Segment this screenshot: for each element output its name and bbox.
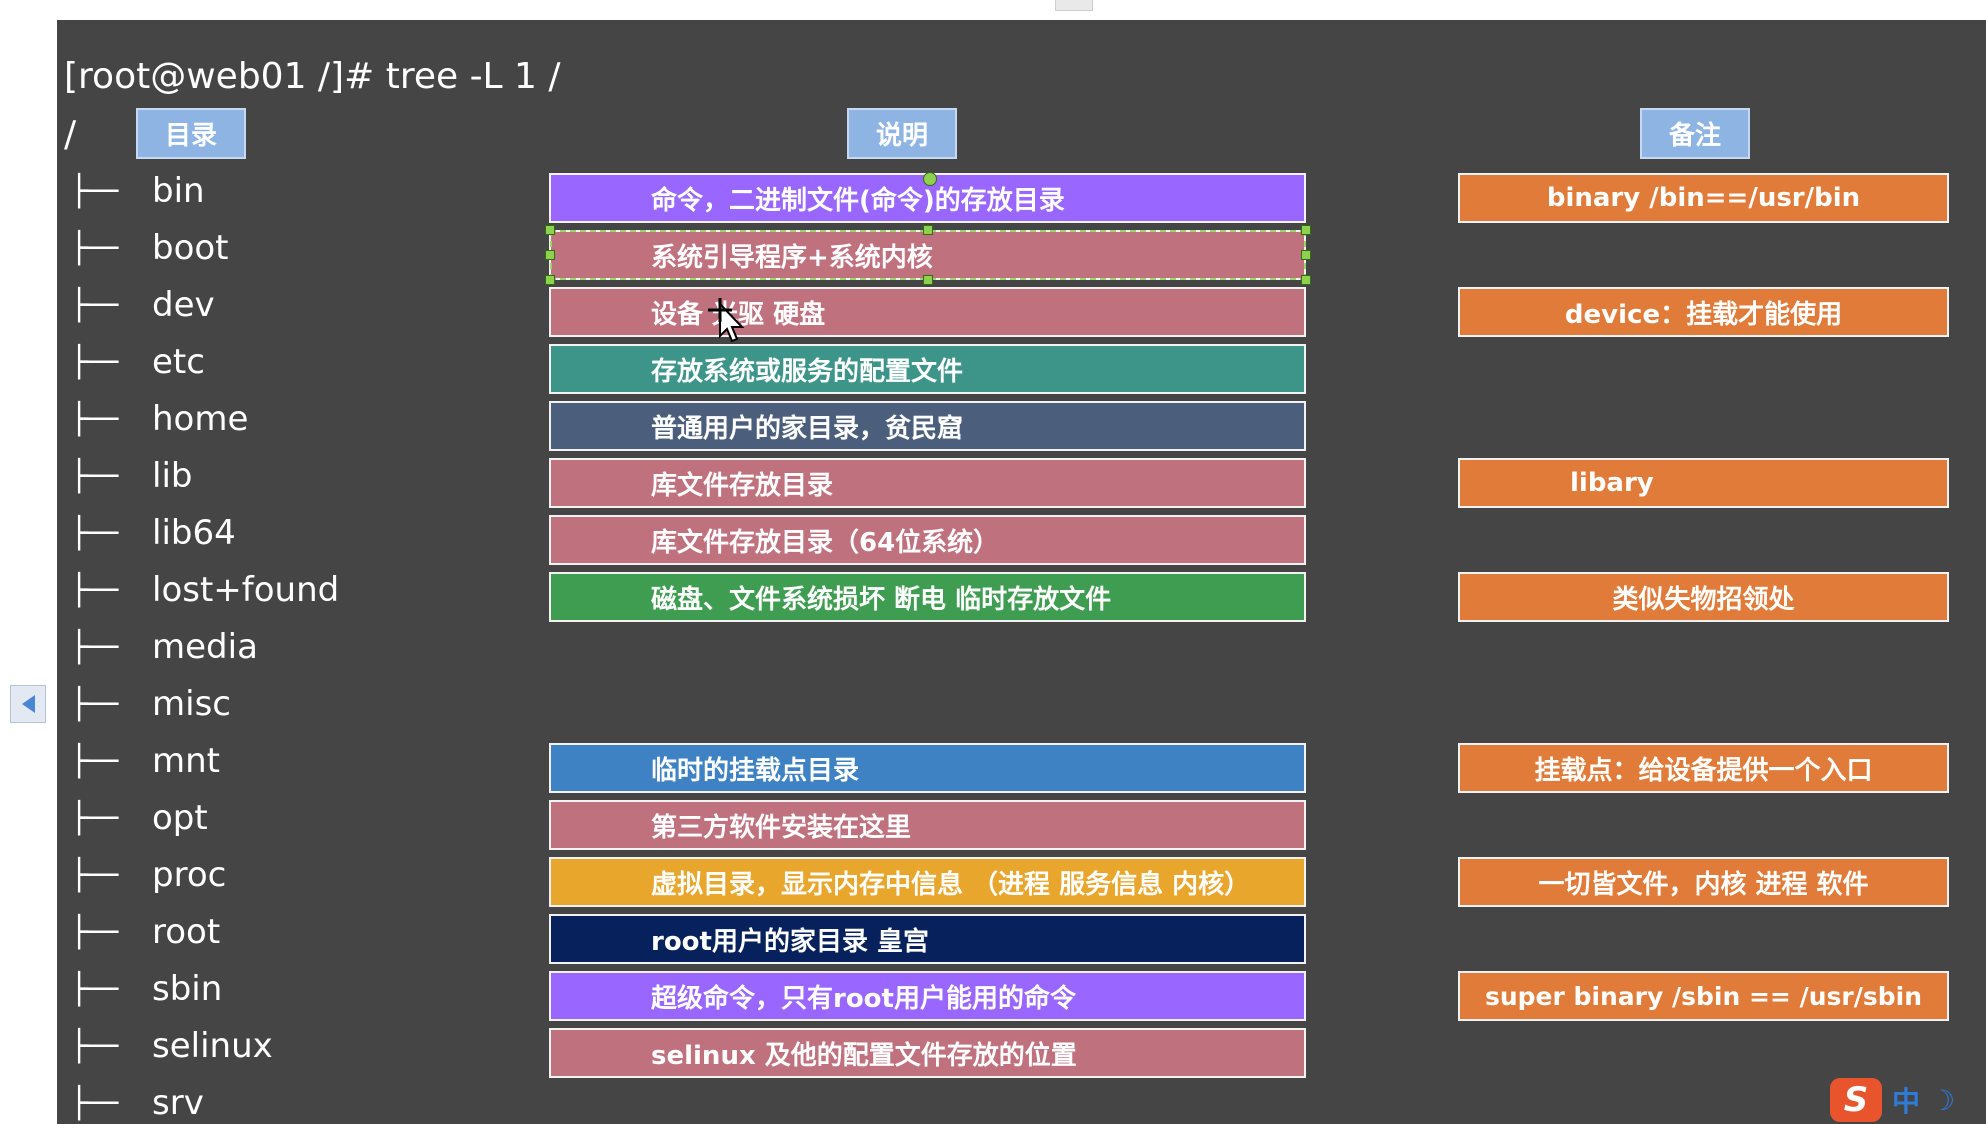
tree-item-srv: ├── srv <box>70 1083 204 1123</box>
tree-branch: ├── <box>70 629 118 665</box>
tree-item-label: sbin <box>152 969 223 1009</box>
tree-item-root: ├── root <box>70 912 220 952</box>
command-line: [root@web01 /]# tree -L 1 / <box>64 56 561 97</box>
tree-branch: ├── <box>70 686 118 722</box>
note-lib[interactable]: libary <box>1458 458 1949 508</box>
tree-item-label: opt <box>152 798 208 838</box>
tree-item-label: mnt <box>152 741 220 781</box>
tree-branch: ├── <box>70 458 118 494</box>
desc-box-proc[interactable]: 虚拟目录，显示内存中信息 （进程 服务信息 内核） <box>549 857 1306 907</box>
note-mnt[interactable]: 挂载点：给设备提供一个入口 <box>1458 743 1949 793</box>
tree-item-label: media <box>152 627 258 667</box>
tree-item-proc: ├── proc <box>70 855 226 895</box>
tree-item-label: lost+found <box>152 570 340 610</box>
moon-icon[interactable]: ☽ <box>1930 1084 1955 1117</box>
tree-branch: ├── <box>70 287 118 323</box>
tree-item-lib: ├── lib <box>70 456 192 496</box>
resize-handle[interactable] <box>923 275 933 285</box>
tree-item-opt: ├── opt <box>70 798 208 838</box>
tree-branch: ├── <box>70 401 118 437</box>
tree-item-label: bin <box>152 171 205 211</box>
tree-branch: ├── <box>70 230 118 266</box>
desc-box-sbin[interactable]: 超级命令，只有root用户能用的命令 <box>549 971 1306 1021</box>
desc-box-lib[interactable]: 库文件存放目录 <box>549 458 1306 508</box>
resize-handle[interactable] <box>545 275 555 285</box>
tree-item-label: misc <box>152 684 231 724</box>
tree-branch: ├── <box>70 1085 118 1121</box>
resize-handle[interactable] <box>1301 250 1311 260</box>
tree-branch: ├── <box>70 914 118 950</box>
ime-mode-label[interactable]: 中 <box>1892 1080 1920 1120</box>
note-sbin[interactable]: super binary /sbin == /usr/sbin <box>1458 971 1949 1021</box>
tree-item-label: selinux <box>152 1026 273 1066</box>
resize-handle[interactable] <box>923 225 933 235</box>
tree-branch: ├── <box>70 743 118 779</box>
ime-indicator[interactable]: S 中 ☽ <box>1830 1078 1955 1122</box>
resize-handle[interactable] <box>1301 225 1311 235</box>
tree-item-label: etc <box>152 342 205 382</box>
tree-item-sbin: ├── sbin <box>70 969 222 1009</box>
tree-item-bin: ├── bin <box>70 171 205 211</box>
tree-branch: ├── <box>70 572 118 608</box>
resize-handle[interactable] <box>545 225 555 235</box>
desc-box-etc[interactable]: 存放系统或服务的配置文件 <box>549 344 1306 394</box>
mouse-cursor-icon <box>708 298 745 343</box>
tree-branch: ├── <box>70 515 118 551</box>
note-bin[interactable]: binary /bin==/usr/bin <box>1458 173 1949 223</box>
tree-item-label: proc <box>152 855 227 895</box>
tree-item-label: home <box>152 399 249 439</box>
desc-box-lost-found[interactable]: 磁盘、文件系统损坏 断电 临时存放文件 <box>549 572 1306 622</box>
desc-box-lib64[interactable]: 库文件存放目录（64位系统） <box>549 515 1306 565</box>
tree-item-etc: ├── etc <box>70 342 205 382</box>
tree-item-selinux: ├── selinux <box>70 1026 273 1066</box>
tree-branch: ├── <box>70 1028 118 1064</box>
tree-item-mnt: ├── mnt <box>70 741 220 781</box>
root-slash: / <box>64 114 77 155</box>
desc-box-dev[interactable]: 设备 光驱 硬盘 <box>549 287 1306 337</box>
tree-item-misc: ├── misc <box>70 684 231 724</box>
header-directory: 目录 <box>136 108 246 159</box>
desc-box-mnt[interactable]: 临时的挂载点目录 <box>549 743 1306 793</box>
tree-item-home: ├── home <box>70 399 248 439</box>
tree-item-lib64: ├── lib64 <box>70 513 236 553</box>
resize-handle[interactable] <box>545 250 555 260</box>
tree-branch: ├── <box>70 857 118 893</box>
resize-handle[interactable] <box>1301 275 1311 285</box>
tree-item-dev: ├── dev <box>70 285 215 325</box>
sogou-logo-icon: S <box>1830 1078 1882 1122</box>
left-arrow-icon <box>21 695 35 713</box>
desc-box-root[interactable]: root用户的家目录 皇宫 <box>549 914 1306 964</box>
tree-item-label: root <box>152 912 221 952</box>
note-proc[interactable]: 一切皆文件，内核 进程 软件 <box>1458 857 1949 907</box>
tree-item-media: ├── media <box>70 627 258 667</box>
tree-item-label: dev <box>152 285 215 325</box>
slide-top-handle <box>1055 0 1093 11</box>
header-note: 备注 <box>1640 108 1750 159</box>
desc-box-selinux[interactable]: selinux 及他的配置文件存放的位置 <box>549 1028 1306 1078</box>
tree-branch: ├── <box>70 971 118 1007</box>
tree-branch: ├── <box>70 800 118 836</box>
header-description: 说明 <box>847 108 957 159</box>
previous-slide-button[interactable] <box>10 685 46 723</box>
tree-branch: ├── <box>70 173 118 209</box>
desc-box-opt[interactable]: 第三方软件安装在这里 <box>549 800 1306 850</box>
note-lost-found[interactable]: 类似失物招领处 <box>1458 572 1949 622</box>
tree-item-label: srv <box>152 1083 204 1123</box>
tree-item-label: lib64 <box>152 513 236 553</box>
note-dev[interactable]: device：挂载才能使用 <box>1458 287 1949 337</box>
tree-item-lost-found: ├── lost+found <box>70 570 339 610</box>
tree-item-boot: ├── boot <box>70 228 229 268</box>
tree-item-label: boot <box>152 228 229 268</box>
desc-box-boot[interactable]: 系统引导程序+系统内核 <box>549 230 1306 280</box>
rotate-handle[interactable] <box>923 172 937 186</box>
tree-branch: ├── <box>70 344 118 380</box>
tree-item-label: lib <box>152 456 193 496</box>
desc-box-home[interactable]: 普通用户的家目录，贫民窟 <box>549 401 1306 451</box>
